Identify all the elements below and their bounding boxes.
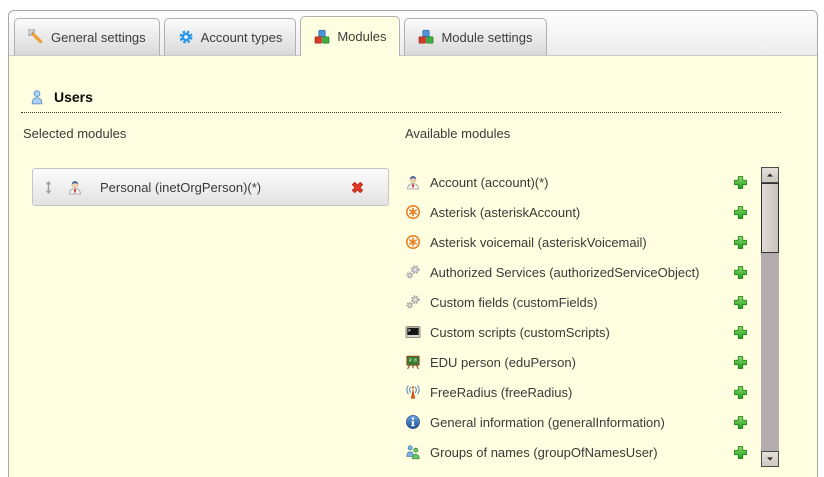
available-module-row: General information (generalInformation) — [405, 407, 748, 437]
available-module-row: Groups of names (groupOfNamesUser) — [405, 437, 748, 467]
available-modules-column: Available modules Account (account)(*) As… — [405, 126, 779, 467]
person-icon — [67, 179, 83, 195]
available-module-name: General information (generalInformation) — [430, 415, 724, 430]
scroll-thumb[interactable] — [761, 183, 779, 253]
tab-account-types[interactable]: Account types — [164, 18, 297, 55]
available-module-name: EDU person (eduPerson) — [430, 355, 724, 370]
add-icon[interactable] — [733, 385, 748, 400]
add-icon[interactable] — [733, 175, 748, 190]
modules-cubes-icon — [314, 29, 330, 45]
users-section-heading: Users — [21, 89, 781, 113]
available-modules-area: Account (account)(*) Asterisk (asteriskAc… — [405, 167, 779, 467]
tab-general-settings[interactable]: General settings — [14, 18, 160, 55]
available-module-name: Asterisk (asteriskAccount) — [430, 205, 724, 220]
add-icon[interactable] — [733, 325, 748, 340]
tab-modules[interactable]: Modules — [300, 16, 400, 56]
available-module-name: FreeRadius (freeRadius) — [430, 385, 724, 400]
available-module-name: Account (account)(*) — [430, 175, 724, 190]
available-module-name: Authorized Services (authorizedServiceOb… — [430, 265, 724, 280]
scroll-track[interactable] — [761, 253, 779, 451]
tab-bar: General settings Account types Modules Modu… — [9, 11, 817, 56]
selected-modules-label: Selected modules — [23, 126, 391, 141]
scroll-down-button[interactable] — [761, 451, 779, 467]
add-icon[interactable] — [733, 355, 748, 370]
add-icon[interactable] — [733, 265, 748, 280]
antenna-icon — [405, 384, 421, 400]
gears-icon — [405, 264, 421, 280]
selected-modules-list: Personal (inetOrgPerson)(*) — [23, 168, 391, 206]
available-module-name: Custom scripts (customScripts) — [430, 325, 724, 340]
modules-tab-content: Users Selected modules Personal (inetOrg… — [9, 89, 817, 477]
available-module-row: Custom scripts (customScripts) — [405, 317, 748, 347]
available-module-row: Asterisk (asteriskAccount) — [405, 197, 748, 227]
available-module-row: Custom fields (customFields) — [405, 287, 748, 317]
account-types-gear-icon — [178, 29, 194, 45]
group-icon — [405, 444, 421, 460]
delete-icon[interactable] — [349, 179, 366, 196]
tab-module-settings[interactable]: Module settings — [404, 18, 546, 55]
info-icon — [405, 414, 421, 430]
tab-label: Account types — [201, 30, 283, 45]
selected-modules-column: Selected modules Personal (inetOrgPerson… — [23, 126, 391, 467]
available-module-name: Groups of names (groupOfNamesUser) — [430, 445, 724, 460]
asterisk-icon — [405, 204, 421, 220]
available-module-name: Asterisk voicemail (asteriskVoicemail) — [430, 235, 724, 250]
user-pawn-icon — [29, 89, 45, 105]
available-module-row: Account (account)(*) — [405, 167, 748, 197]
chalkboard-icon — [405, 354, 421, 370]
person-icon — [405, 174, 421, 190]
section-title: Users — [54, 89, 93, 105]
modules-columns: Selected modules Personal (inetOrgPerson… — [9, 126, 817, 467]
add-icon[interactable] — [733, 205, 748, 220]
available-module-row: EDU person (eduPerson) — [405, 347, 748, 377]
tab-label: General settings — [51, 30, 146, 45]
selected-module-name: Personal (inetOrgPerson)(*) — [100, 180, 261, 195]
available-modules-scrollbar[interactable] — [761, 167, 779, 467]
available-module-name: Custom fields (customFields) — [430, 295, 724, 310]
settings-panel: General settings Account types Modules Modu… — [8, 10, 818, 477]
available-module-row: FreeRadius (freeRadius) — [405, 377, 748, 407]
available-module-row: Asterisk voicemail (asteriskVoicemail) — [405, 227, 748, 257]
tab-label: Module settings — [441, 30, 532, 45]
selected-module-row[interactable]: Personal (inetOrgPerson)(*) — [32, 168, 389, 206]
add-icon[interactable] — [733, 415, 748, 430]
move-icon[interactable] — [43, 180, 54, 195]
add-icon[interactable] — [733, 445, 748, 460]
asterisk-icon — [405, 234, 421, 250]
terminal-icon — [405, 324, 421, 340]
scroll-up-button[interactable] — [761, 167, 779, 183]
available-modules-label: Available modules — [405, 126, 779, 141]
available-modules-list: Account (account)(*) Asterisk (asteriskAc… — [405, 167, 748, 467]
available-module-row: Authorized Services (authorizedServiceOb… — [405, 257, 748, 287]
wrench-icon — [28, 29, 44, 45]
gears-icon — [405, 294, 421, 310]
add-icon[interactable] — [733, 235, 748, 250]
tab-label: Modules — [337, 29, 386, 44]
add-icon[interactable] — [733, 295, 748, 310]
modules-cubes-icon — [418, 29, 434, 45]
